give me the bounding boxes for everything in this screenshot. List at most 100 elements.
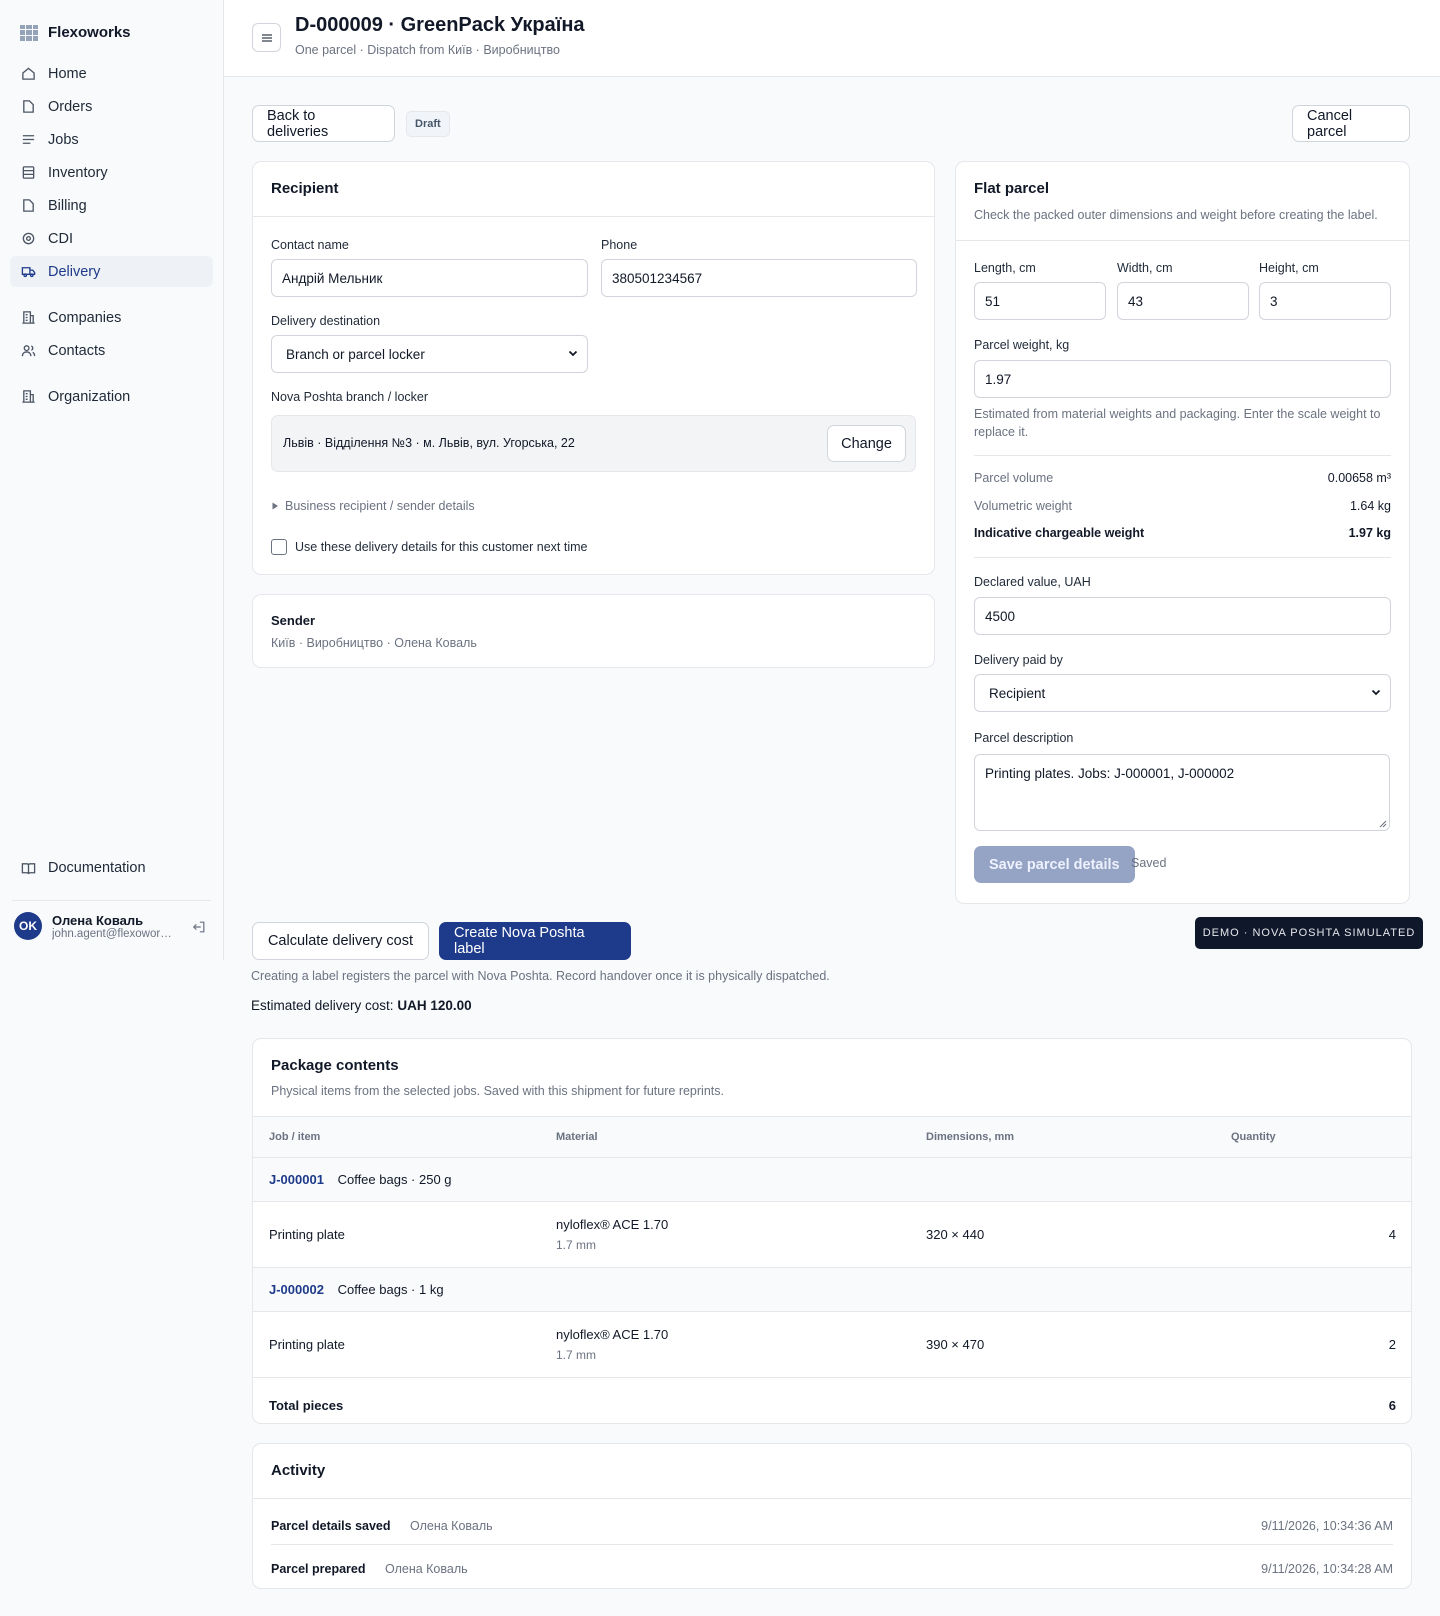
activity-time: 9/11/2026, 10:34:36 AM [1261, 1519, 1393, 1533]
sender-title: Sender [271, 613, 316, 628]
divider [956, 240, 1409, 241]
length-field[interactable]: 51 [974, 282, 1106, 320]
parcel-description-label: Parcel description [974, 731, 1074, 745]
job-group-row: J-000001 Coffee bags · 250 g [253, 1157, 1411, 1202]
sidebar-item-label: CDI [48, 230, 73, 247]
activity-card: Activity Parcel details saved Олена Кова… [252, 1443, 1412, 1589]
item-cell: Printing plate [253, 1311, 540, 1378]
branch-label: Nova Poshta branch / locker [271, 390, 429, 404]
brand-name: Flexoworks [48, 24, 131, 41]
contact-name-field[interactable]: Андрій Мельник [271, 259, 588, 297]
branch-value: Львів · Відділення №3 · м. Львів, вул. У… [283, 436, 575, 450]
activity-event: Parcel details saved [271, 1519, 391, 1533]
activity-time: 9/11/2026, 10:34:28 AM [1261, 1562, 1393, 1576]
brand[interactable]: Flexoworks [20, 24, 131, 41]
dimensions-cell: 390 × 470 [910, 1311, 1215, 1378]
sidebar-item-inventory[interactable]: Inventory [10, 157, 213, 188]
total-row: Total pieces 6 [253, 1378, 1411, 1424]
activity-user: Олена Коваль [384, 1562, 468, 1576]
material-name: nyloflex® ACE 1.70 [556, 1217, 669, 1232]
user-info: Олена Коваль john.agent@flexoworks.examp… [52, 913, 172, 940]
divider [271, 1544, 1393, 1545]
sidebar-item-delivery[interactable]: Delivery [10, 256, 213, 287]
user-profile[interactable]: OK Олена Коваль john.agent@flexoworks.ex… [14, 912, 214, 940]
package-contents-card: Package contents Physical items from the… [252, 1038, 1412, 1424]
job-group-cell: J-000002 Coffee bags · 1 kg [253, 1267, 1411, 1312]
documentation-link[interactable]: Documentation [20, 860, 146, 876]
logout-icon[interactable] [192, 920, 206, 937]
sidebar-item-label: Home [48, 65, 87, 82]
phone-field[interactable]: 380501234567 [601, 259, 917, 297]
material-name: nyloflex® ACE 1.70 [556, 1327, 669, 1342]
sidebar-item-cdi[interactable]: CDI [10, 223, 213, 254]
sidebar-divider [12, 900, 211, 901]
quantity-cell: 2 [1215, 1311, 1411, 1378]
remember-details-checkbox[interactable] [271, 539, 287, 555]
caret-right-icon [272, 502, 278, 510]
change-branch-button[interactable]: Change [827, 425, 906, 462]
page-header: D-000009 · GreenPack Україна One parcel … [224, 0, 1440, 77]
phone-label: Phone [601, 238, 638, 252]
home-icon [20, 66, 36, 82]
sidebar-item-label: Companies [48, 309, 122, 326]
declared-value-field[interactable]: 4500 [974, 597, 1391, 635]
branch-box: Львів · Відділення №3 · м. Львів, вул. У… [271, 415, 916, 472]
sidebar-item-billing[interactable]: Billing [10, 190, 213, 221]
activity-event: Parcel prepared [271, 1562, 366, 1576]
estimate-label: Estimated delivery cost: [251, 998, 394, 1013]
width-label: Width, cm [1117, 261, 1173, 275]
nav-gap [10, 368, 213, 381]
column-header: Material [540, 1116, 910, 1158]
building-icon [20, 310, 36, 326]
table-header-row: Job / item Material Dimensions, mm Quant… [253, 1116, 1411, 1158]
create-label-button[interactable]: Create Nova Poshta label [439, 922, 631, 960]
parcel-card: Flat parcel Check the packed outer dimen… [955, 161, 1410, 904]
sidebar-item-jobs[interactable]: Jobs [10, 124, 213, 155]
sidebar-item-orders[interactable]: Orders [10, 91, 213, 122]
chevron-down-icon [1370, 686, 1382, 701]
delivery-destination-value: Branch or parcel locker [286, 346, 425, 362]
volume-value: 0.00658 m³ [1327, 471, 1391, 485]
sidebar-item-organization[interactable]: Organization [10, 381, 213, 412]
total-value: 6 [1388, 1398, 1396, 1414]
business-details-label: Business recipient / sender details [285, 499, 475, 513]
weight-field[interactable]: 1.97 [974, 360, 1391, 398]
calculate-delivery-cost-button[interactable]: Calculate delivery cost [252, 922, 429, 960]
chargeable-weight-row: Indicative chargeable weight 1.97 kg [974, 526, 1391, 540]
height-field[interactable]: 3 [1259, 282, 1391, 320]
weight-hint: Estimated from material weights and pack… [974, 407, 1381, 439]
delivery-paid-by-select[interactable]: Recipient [974, 674, 1391, 712]
recipient-title: Recipient [253, 162, 934, 217]
resize-handle-icon[interactable] [1379, 820, 1387, 828]
sidebar-item-companies[interactable]: Companies [10, 302, 213, 333]
sender-details: Київ · Виробництво · Олена Коваль [271, 636, 477, 650]
save-parcel-details-button[interactable]: Save parcel details [974, 846, 1135, 883]
cancel-parcel-button[interactable]: Cancel parcel [1292, 105, 1410, 142]
volume-label: Parcel volume [974, 471, 1054, 485]
delivery-paid-by-label: Delivery paid by [974, 653, 1063, 667]
parcel-description-field[interactable]: Printing plates. Jobs: J-000001, J-00000… [974, 754, 1390, 831]
job-link[interactable]: J-000002 [269, 1282, 324, 1297]
menu-toggle-button[interactable] [252, 23, 281, 52]
status-badge: Draft [406, 111, 450, 137]
delivery-destination-select[interactable]: Branch or parcel locker [271, 335, 588, 373]
job-name: Coffee bags · 250 g [337, 1172, 452, 1187]
documentation-label: Documentation [48, 860, 146, 876]
height-label: Height, cm [1259, 261, 1319, 275]
remember-details-row[interactable]: Use these delivery details for this cust… [271, 539, 587, 555]
sidebar-item-contacts[interactable]: Contacts [10, 335, 213, 366]
table-row: Printing plate nyloflex® ACE 1.70 1.7 mm… [253, 1201, 1411, 1268]
estimate-value: UAH 120.00 [397, 998, 472, 1013]
length-label: Length, cm [974, 261, 1036, 275]
business-details-toggle[interactable]: Business recipient / sender details [271, 499, 475, 513]
page-subtitle: One parcel · Dispatch from Київ · Виробн… [295, 43, 560, 57]
sidebar-item-label: Delivery [48, 263, 101, 280]
sidebar-item-home[interactable]: Home [10, 58, 213, 89]
sidebar-item-label: Contacts [48, 342, 106, 359]
back-to-deliveries-button[interactable]: Back to deliveries [252, 105, 395, 142]
weight-label: Parcel weight, kg [974, 338, 1070, 352]
job-link[interactable]: J-000001 [269, 1172, 324, 1187]
width-field[interactable]: 43 [1117, 282, 1249, 320]
sidebar-item-label: Inventory [48, 164, 108, 181]
divider [974, 455, 1391, 456]
